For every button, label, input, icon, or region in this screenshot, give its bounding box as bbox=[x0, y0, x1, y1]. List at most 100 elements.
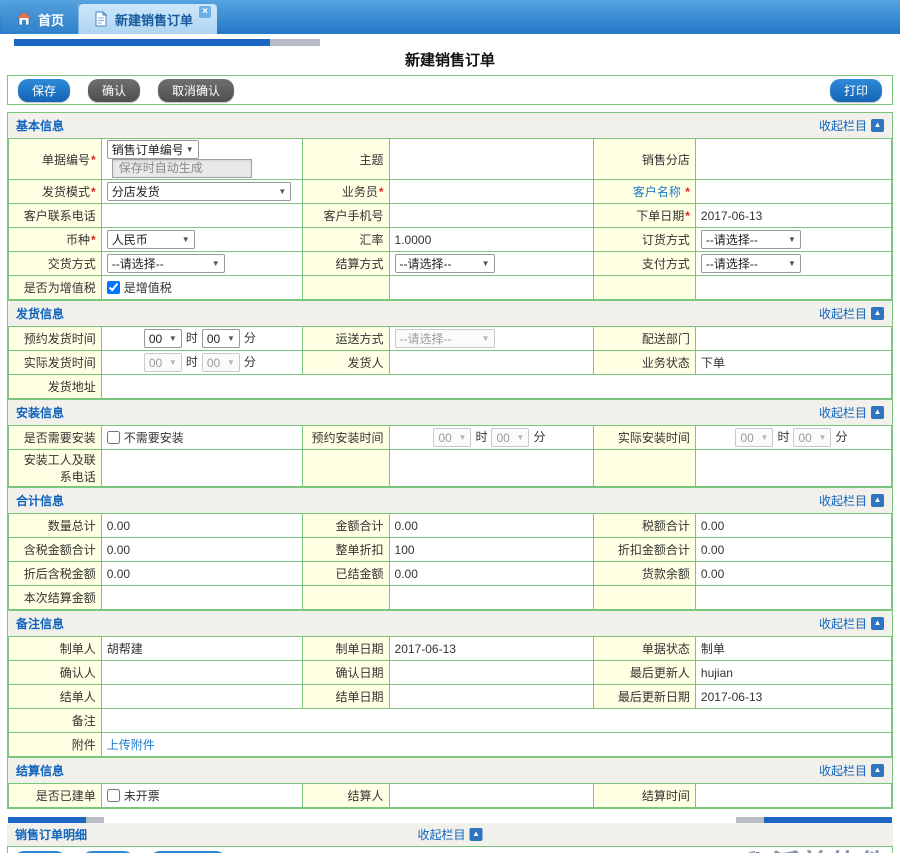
qty-total-value: 0.00 bbox=[101, 514, 302, 538]
settle-way-cell: --请选择--▼ bbox=[389, 252, 594, 276]
need-install-checkbox[interactable] bbox=[107, 431, 120, 444]
section-shipping-info: 发货信息 收起栏目▲ 预约发货时间 00▼时00▼分 运送方式 --请选择--▼… bbox=[7, 300, 893, 400]
chevron-down-icon: ▼ bbox=[517, 433, 525, 442]
home-icon bbox=[16, 11, 32, 27]
salesman-label: 业务员* bbox=[303, 180, 390, 204]
collapse-up-icon: ▲ bbox=[871, 406, 884, 419]
tab-home[interactable]: 首页 bbox=[2, 4, 79, 34]
currency-cell: 人民币▼ bbox=[101, 228, 302, 252]
collapse-totals-link[interactable]: 收起栏目▲ bbox=[819, 492, 884, 509]
cust-phone-label: 客户联系电话 bbox=[9, 204, 102, 228]
vat-checkbox[interactable] bbox=[107, 281, 120, 294]
document-icon bbox=[93, 11, 109, 27]
section-shipping-title: 发货信息 bbox=[16, 305, 64, 322]
amount-total-value: 0.00 bbox=[389, 514, 594, 538]
rate-value[interactable]: 1.0000 bbox=[389, 228, 594, 252]
upload-attachment-link[interactable]: 上传附件 bbox=[107, 738, 155, 752]
pay-way-label: 支付方式 bbox=[594, 252, 696, 276]
doc-no-label: 单据编号* bbox=[9, 139, 102, 180]
doc-no-auto-input[interactable]: 保存时自动生成 bbox=[112, 159, 252, 178]
collapse-shipping-link[interactable]: 收起栏目▲ bbox=[819, 305, 884, 322]
close-icon[interactable]: × bbox=[199, 6, 211, 18]
confirm-button[interactable]: 确认 bbox=[88, 79, 140, 102]
chevron-down-icon: ▼ bbox=[169, 334, 177, 343]
print-button[interactable]: 打印 bbox=[830, 79, 882, 102]
cust-phone-input-cell[interactable] bbox=[101, 204, 302, 228]
ship-mode-select[interactable]: 分店发货▼ bbox=[107, 182, 292, 201]
actual-install-hour-select[interactable]: 00▼ bbox=[735, 428, 773, 447]
section-totals-title: 合计信息 bbox=[16, 492, 64, 509]
settle-way-select[interactable]: --请选择--▼ bbox=[395, 254, 495, 273]
this-settle-cell[interactable] bbox=[101, 586, 302, 610]
last-updater-value: hujian bbox=[695, 661, 891, 685]
actual-minute-select[interactable]: 00▼ bbox=[202, 353, 240, 372]
install-worker-cell[interactable] bbox=[101, 450, 302, 487]
delivery-way-select[interactable]: --请选择--▼ bbox=[107, 254, 225, 273]
appoint-minute-select[interactable]: 00▼ bbox=[202, 329, 240, 348]
toolbar: 保存 确认 取消确认 打印 bbox=[7, 75, 893, 105]
make-date-value: 2017-06-13 bbox=[389, 637, 594, 661]
doc-no-select[interactable]: 销售订单编号▼ bbox=[107, 140, 199, 159]
vat-cell: 是增值税 bbox=[101, 276, 302, 300]
chevron-down-icon: ▼ bbox=[169, 358, 177, 367]
horizontal-scrollbar-top[interactable] bbox=[14, 39, 893, 46]
cancel-confirm-button[interactable]: 取消确认 bbox=[158, 79, 234, 102]
appoint-install-hour-select[interactable]: 00▼ bbox=[433, 428, 471, 447]
appoint-install-minute-select[interactable]: 00▼ bbox=[491, 428, 529, 447]
section-install-info: 安装信息 收起栏目▲ 是否需要安装 不需要安装 预约安装时间 00▼时00▼分 … bbox=[7, 399, 893, 488]
collapse-up-icon: ▲ bbox=[871, 119, 884, 132]
shipper-label: 发货人 bbox=[303, 351, 390, 375]
balance-label: 货款余额 bbox=[594, 562, 696, 586]
pay-way-select[interactable]: --请选择--▼ bbox=[701, 254, 801, 273]
dispatch-dept-cell[interactable] bbox=[695, 327, 891, 351]
shipper-cell[interactable] bbox=[389, 351, 594, 375]
this-settle-label: 本次结算金额 bbox=[9, 586, 102, 610]
discount-value[interactable]: 100 bbox=[389, 538, 594, 562]
section-remarks-title: 备注信息 bbox=[16, 615, 64, 632]
chevron-down-icon: ▼ bbox=[761, 433, 769, 442]
save-button[interactable]: 保存 bbox=[18, 79, 70, 102]
maker-value: 胡帮建 bbox=[101, 637, 302, 661]
customer-input-cell[interactable] bbox=[695, 180, 891, 204]
branch-input-cell[interactable] bbox=[695, 139, 891, 180]
collapse-remarks-link[interactable]: 收起栏目▲ bbox=[819, 615, 884, 632]
chevron-down-icon: ▼ bbox=[278, 187, 286, 196]
close-date-value bbox=[389, 685, 594, 709]
salesman-input-cell[interactable] bbox=[389, 180, 594, 204]
rate-label: 汇率 bbox=[303, 228, 390, 252]
order-way-select[interactable]: --请选择--▼ bbox=[701, 230, 801, 249]
billed-checkbox[interactable] bbox=[107, 789, 120, 802]
settler-cell[interactable] bbox=[389, 784, 594, 808]
customer-name-link[interactable]: 客户名称 bbox=[633, 185, 681, 199]
discount-label: 整单折扣 bbox=[303, 538, 390, 562]
scrollbar-thumb[interactable] bbox=[14, 39, 270, 46]
note-cell[interactable] bbox=[101, 709, 891, 733]
appoint-hour-select[interactable]: 00▼ bbox=[144, 329, 182, 348]
tab-new-sales-order[interactable]: 新建销售订单 × bbox=[79, 4, 217, 34]
appoint-install-label: 预约安装时间 bbox=[303, 426, 390, 450]
order-date-label: 下单日期* bbox=[594, 204, 696, 228]
currency-select[interactable]: 人民币▼ bbox=[107, 230, 195, 249]
collapse-basic-link[interactable]: 收起栏目▲ bbox=[819, 117, 884, 134]
collapse-install-link[interactable]: 收起栏目▲ bbox=[819, 404, 884, 421]
ship-address-cell[interactable] bbox=[101, 375, 891, 399]
settler-label: 结算人 bbox=[303, 784, 390, 808]
horizontal-scrollbar-bottom[interactable] bbox=[8, 813, 892, 820]
settled-value: 0.00 bbox=[389, 562, 594, 586]
tab-home-label: 首页 bbox=[38, 10, 64, 29]
make-date-label: 制单日期 bbox=[303, 637, 390, 661]
actual-install-minute-select[interactable]: 00▼ bbox=[793, 428, 831, 447]
discount-amount-value: 0.00 bbox=[695, 538, 891, 562]
settle-time-cell bbox=[695, 784, 891, 808]
subject-input-cell[interactable] bbox=[389, 139, 594, 180]
transport-select[interactable]: --请选择--▼ bbox=[395, 329, 495, 348]
settle-time-label: 结算时间 bbox=[594, 784, 696, 808]
scrollbar-track[interactable] bbox=[270, 39, 320, 46]
collapse-settlement-link[interactable]: 收起栏目▲ bbox=[819, 762, 884, 779]
cust-mobile-input-cell[interactable] bbox=[389, 204, 594, 228]
actual-hour-select[interactable]: 00▼ bbox=[144, 353, 182, 372]
order-date-value[interactable]: 2017-06-13 bbox=[695, 204, 891, 228]
collapse-detail-link[interactable]: 收起栏目▲ bbox=[417, 826, 482, 843]
biz-status-value: 下单 bbox=[695, 351, 891, 375]
customer-label: 客户名称 * bbox=[594, 180, 696, 204]
